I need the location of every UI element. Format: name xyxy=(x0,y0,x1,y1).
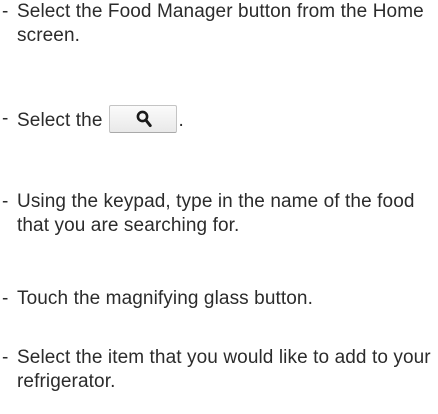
step-text: Using the keypad, type in the name of th… xyxy=(17,191,415,236)
search-button xyxy=(108,105,177,133)
instruction-step: - Select the. xyxy=(2,105,432,135)
step-dash: - xyxy=(2,1,9,22)
instruction-step: - Select the item that you would like to… xyxy=(2,346,432,394)
step-text: Select the item that you would like to a… xyxy=(17,347,431,392)
step-text: Select the. xyxy=(2,105,432,135)
instruction-step: - Using the keypad, type in the name of … xyxy=(2,190,432,238)
step-text: Select the Food Manager button from the … xyxy=(17,1,424,46)
instruction-step: - Select the Food Manager button from th… xyxy=(2,0,432,48)
step-text-after: . xyxy=(178,110,184,132)
step-dash: - xyxy=(2,347,9,368)
step-dash: - xyxy=(2,288,9,309)
step-text-before: Select the xyxy=(17,110,103,132)
search-icon xyxy=(136,110,152,128)
step-text: Touch the magnifying glass button. xyxy=(17,288,313,309)
step-dash: - xyxy=(2,108,9,129)
step-dash: - xyxy=(2,191,9,212)
instruction-list: - Select the Food Manager button from th… xyxy=(0,0,438,414)
instruction-step: - Touch the magnifying glass button. xyxy=(2,287,432,311)
